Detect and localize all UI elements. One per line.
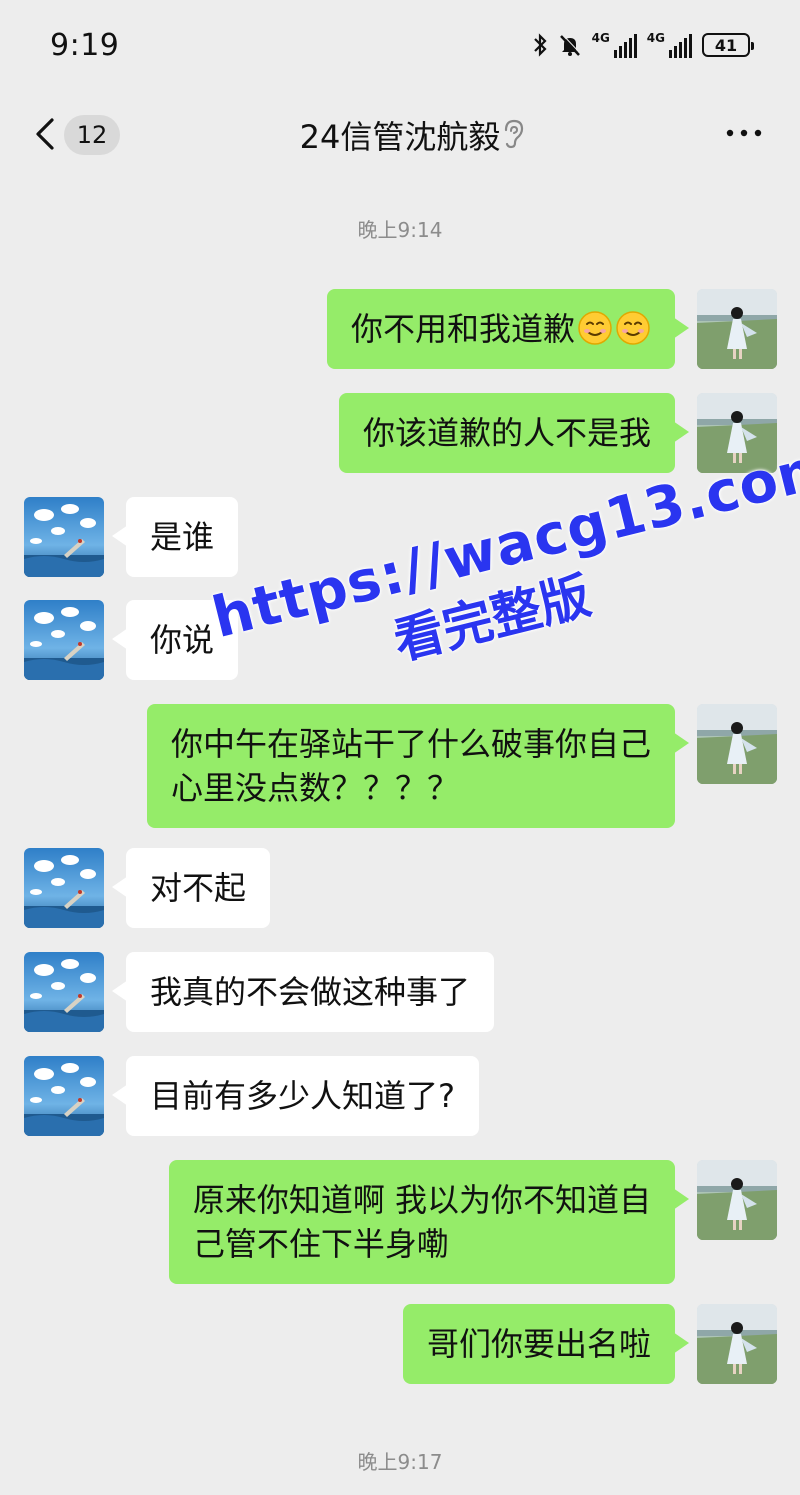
message-bubble[interactable]: 你不用和我道歉 [326, 289, 690, 369]
smile-emoji-icon [578, 311, 612, 345]
message-text: 对不起 [150, 869, 247, 907]
watermark-caption: 看完整版 [388, 566, 597, 672]
chat-title: 24信管沈航毅 [299, 118, 501, 156]
contact-avatar[interactable] [24, 497, 104, 577]
more-options-button[interactable] [724, 118, 764, 148]
message-text-line: 心里没点数？？？？ [170, 769, 459, 807]
signal-icon: 4G [592, 32, 637, 58]
bluetooth-icon [532, 33, 548, 57]
status-time: 9:19 [50, 27, 120, 63]
message-text: 是谁 [150, 518, 215, 556]
watermark-url: https://wacg13.com [206, 433, 800, 652]
message-bubble[interactable]: 是谁 [111, 497, 239, 577]
contact-avatar[interactable] [24, 1056, 104, 1136]
message-text-line: 原来你知道啊 我以为你不知道自 [192, 1181, 651, 1219]
battery-level: 41 [714, 35, 738, 55]
status-icons: 4G 4G 41 [532, 32, 754, 58]
message-bubble[interactable]: 你中午在驿站干了什么破事你自己 心里没点数？？？？ [146, 704, 690, 828]
signal-icon: 4G [647, 32, 692, 58]
contact-avatar[interactable] [24, 848, 104, 928]
message-bubble[interactable]: 目前有多少人知道了? [112, 1056, 479, 1136]
smile-emoji-icon [616, 311, 650, 345]
self-avatar[interactable] [697, 289, 777, 369]
message-text: 你说 [150, 621, 215, 659]
message-bubble[interactable]: 你说 [111, 600, 239, 680]
status-bar: 9:19 4G 4G 41 [0, 0, 800, 90]
contact-avatar[interactable] [24, 600, 104, 680]
contact-avatar[interactable] [24, 952, 104, 1032]
message-bubble[interactable]: 原来你知道啊 我以为你不知道自 己管不住下半身嘞 [168, 1160, 690, 1284]
self-avatar[interactable] [697, 1304, 777, 1384]
timestamp-label: 晚上9:14 [357, 218, 443, 242]
message-text: 我真的不会做这种事了 [150, 973, 471, 1011]
more-dots-icon [726, 129, 762, 137]
message-text: 你不用和我道歉 [350, 310, 575, 348]
battery-icon: 41 [702, 33, 754, 57]
mute-bell-icon [558, 33, 582, 57]
timestamp-label: 晚上9:17 [357, 1450, 443, 1474]
message-bubble[interactable]: 哥们你要出名啦 [402, 1304, 690, 1384]
self-avatar[interactable] [697, 393, 777, 473]
message-text: 目前有多少人知道了? [150, 1077, 455, 1115]
message-text-line: 你中午在驿站干了什么破事你自己 [170, 725, 651, 763]
self-avatar[interactable] [697, 704, 777, 784]
message-bubble[interactable]: 我真的不会做这种事了 [111, 952, 495, 1032]
message-bubble[interactable]: 你该道歉的人不是我 [338, 393, 690, 473]
self-avatar[interactable] [697, 1160, 777, 1240]
chat-header: 12 24信管沈航毅 [0, 90, 800, 180]
message-text: 你该道歉的人不是我 [362, 414, 651, 452]
ear-icon [500, 118, 526, 150]
message-text: 哥们你要出名啦 [426, 1325, 651, 1363]
message-bubble[interactable]: 对不起 [111, 848, 271, 928]
message-text-line: 己管不住下半身嘞 [192, 1225, 449, 1263]
